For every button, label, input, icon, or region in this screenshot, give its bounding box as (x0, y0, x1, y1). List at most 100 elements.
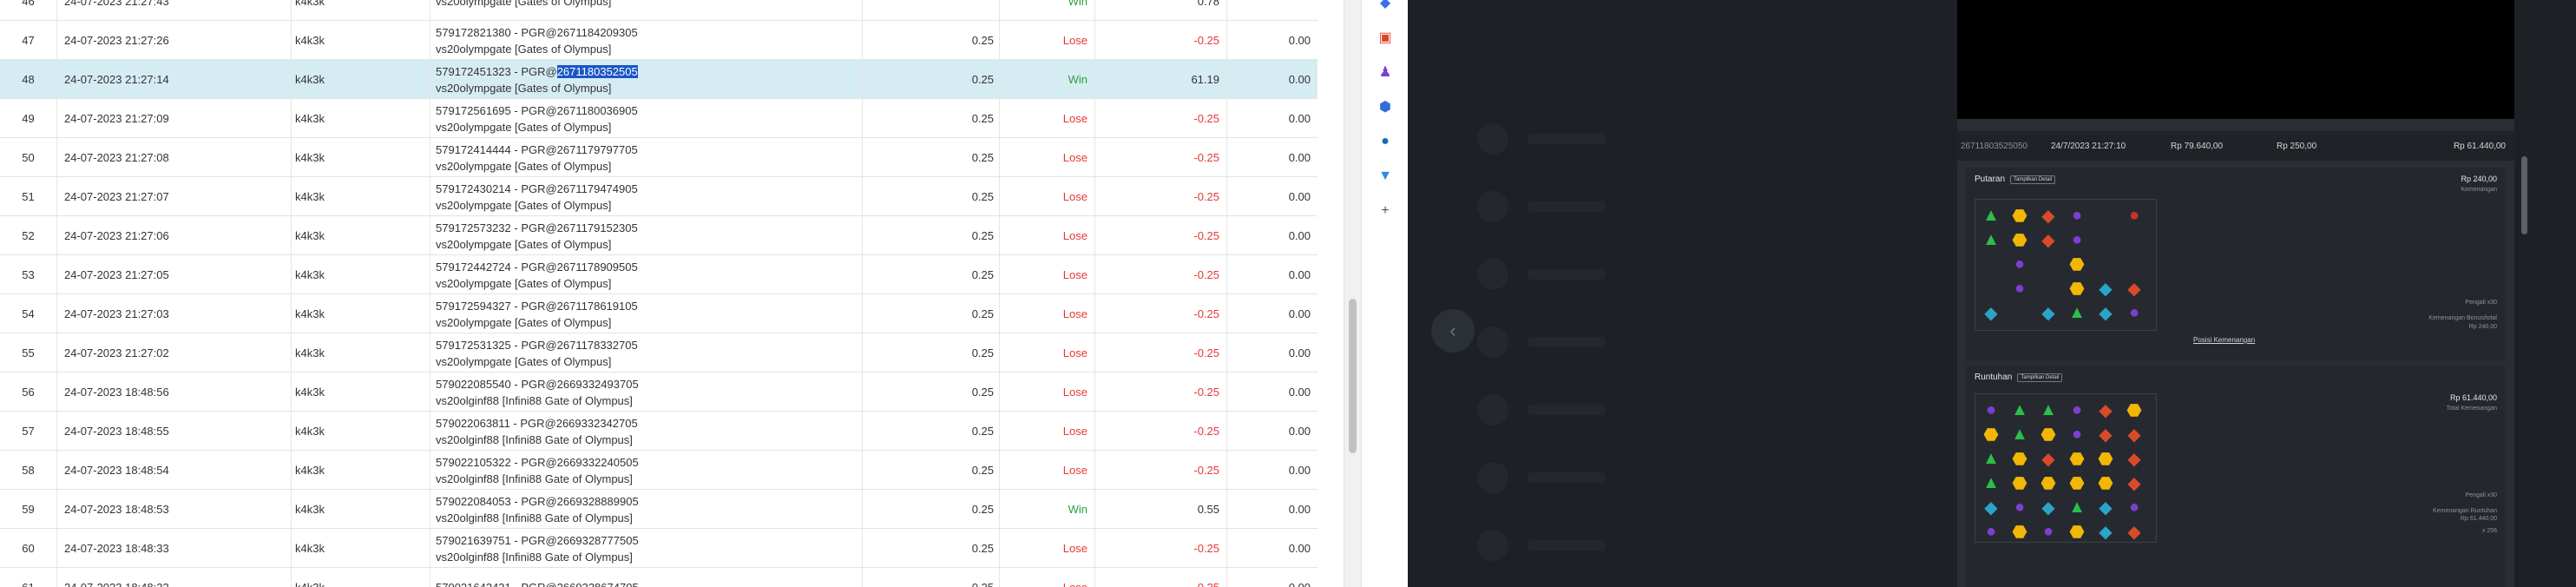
table-row[interactable]: 54 24-07-2023 21:27:03 k4k3k 579172594327 -… (0, 294, 1318, 333)
row-bet: 0.25 (863, 216, 1000, 255)
row-result: Lose (1000, 333, 1095, 373)
description-game: vs20olginf88 [Infini88 Gate of Olympus] (436, 472, 633, 485)
game-symbol-icon: ▲ (2040, 399, 2057, 419)
row-description: 579172573232 - PGR@2671179152305 vs20olym… (430, 216, 863, 255)
table-row[interactable]: 57 24-07-2023 18:48:55 k4k3k 579022063811 -… (0, 412, 1318, 451)
tumble-win-label: Kemenangan Runtuhan (2433, 508, 2497, 514)
description-ref-text: 579022105322 - PGR@2669332240505 (436, 455, 639, 469)
game-symbol-icon: ⬣ (2012, 473, 2027, 493)
scrollbar-thumb[interactable] (1349, 299, 1357, 453)
description-ref: 579172821380 - PGR@2671184209305 (436, 24, 638, 41)
row-description: 579172821380 - PGR@2671184209305 vs20olym… (430, 21, 863, 60)
game-symbol-icon: ● (2128, 302, 2140, 322)
table-row[interactable]: 52 24-07-2023 21:27:06 k4k3k 579172573232 -… (0, 216, 1318, 255)
selected-text[interactable]: 2671180352505 (556, 64, 638, 78)
table-row[interactable]: 58 24-07-2023 18:48:54 k4k3k 579022105322 -… (0, 451, 1318, 490)
description-ref: 579172430214 - PGR@2671179474905 (436, 181, 638, 197)
spin-multiplier: Pengali x30 (2465, 300, 2497, 306)
outlook-icon[interactable]: ● (1376, 132, 1395, 151)
row-date: 24-07-2023 21:27:43 (57, 0, 292, 21)
table-row[interactable]: 50 24-07-2023 21:27:08 k4k3k 579172414444 -… (0, 138, 1318, 177)
description-ref-text: 579021639751 - PGR@2669328777505 (436, 533, 639, 547)
row-user: k4k3k (292, 0, 430, 21)
table-row[interactable]: 6124-07-2023 18:48:32k4k3k 579021642431 -… (0, 568, 1318, 587)
row-date: 24-07-2023 18:48:54 (57, 451, 292, 490)
table-row[interactable]: 46 24-07-2023 21:27:43 k4k3k vs20olympgate … (0, 0, 1318, 21)
row-description: 579021639751 - PGR@2669328777505 vs20olgi… (430, 529, 863, 568)
description-game: vs20olympgate [Gates of Olympus] (436, 120, 612, 134)
row-description: 579172451323 - PGR@2671180352505 vs20olym… (430, 60, 863, 99)
game-symbol-icon: ◆ (1984, 303, 1998, 323)
description-ref-text: 579021642431 - PGR@2669328674705 (436, 581, 639, 587)
table-row[interactable]: 48 24-07-2023 21:27:14 k4k3k 579172451323 -… (0, 60, 1318, 99)
table-row[interactable]: 51 24-07-2023 21:27:07 k4k3k 579172430214 -… (0, 177, 1318, 216)
row-number: 59 (0, 490, 57, 529)
row-balance: 0.00 (1288, 112, 1311, 125)
table-row[interactable]: 47 24-07-2023 21:27:26 k4k3k 579172821380 -… (0, 21, 1318, 60)
backdrop-item-bar (1528, 201, 1606, 212)
table-row[interactable]: 53 24-07-2023 21:27:05 k4k3k 579172442724 -… (0, 255, 1318, 294)
description-ref: 579172594327 - PGR@2671178619105 (436, 298, 638, 314)
game-symbol-icon: ▲ (2068, 302, 2086, 322)
table-row[interactable]: 55 24-07-2023 21:27:02 k4k3k 579172531325 -… (0, 333, 1318, 373)
previous-arrow-icon[interactable]: ‹ (1431, 309, 1475, 353)
row-user: k4k3k (292, 60, 430, 99)
tumble-win-value: Rp 61.440,00 (2460, 516, 2497, 522)
tumble-multiplier: Pengali x30 (2465, 492, 2497, 498)
description-ref-text: 579172414444 - PGR@2671179797705 (436, 142, 638, 156)
row-number: 49 (0, 99, 57, 138)
row-payout: -0.25 (1095, 451, 1227, 490)
row-user: k4k3k (292, 333, 430, 373)
game-symbol-icon: ▲ (1982, 205, 2000, 225)
row-user: k4k3k (292, 177, 430, 216)
game-symbol-icon: ⬣ (2040, 425, 2056, 445)
description-ref-text: 579172594327 - PGR@2671178619105 (436, 299, 638, 313)
row-date: 24-07-2023 21:27:26 (57, 21, 292, 60)
chess-icon[interactable]: ♟ (1376, 63, 1395, 82)
row-payout: -0.25 (1095, 216, 1227, 255)
game-symbol-icon: ▲ (2011, 424, 2028, 444)
hexagon-icon[interactable]: ⬢ (1376, 97, 1395, 116)
table-row[interactable]: 56 24-07-2023 18:48:56 k4k3k 579022085540 -… (0, 373, 1318, 412)
game-symbol-icon: ◆ (2041, 230, 2055, 250)
table-row[interactable]: 49 24-07-2023 21:27:09 k4k3k 579172561695 -… (0, 99, 1318, 138)
row-bet: 0.25 (863, 490, 1000, 529)
spin-detail-button[interactable]: Tampilkan Detail (2010, 175, 2056, 184)
row-number: 60 (0, 529, 57, 568)
round-win: Rp 250,00 (2277, 141, 2317, 151)
history-scrollbar[interactable] (1344, 0, 1362, 587)
row-user: k4k3k (292, 373, 430, 412)
spin-bonus-value: Rp 240,00 (2468, 324, 2497, 330)
row-payout: -0.25 (1095, 373, 1227, 412)
game-symbol-icon: ● (2071, 229, 2083, 249)
description-ref: 579022084053 - PGR@2669328889905 (436, 493, 639, 510)
row-description: 579021642431 - PGR@2669328674705 (430, 568, 863, 587)
row-date: 24-07-2023 21:27:14 (57, 60, 292, 99)
cart-icon[interactable]: ▼ (1376, 167, 1395, 186)
table-row[interactable]: 60 24-07-2023 18:48:33 k4k3k 579021639751 -… (0, 529, 1318, 568)
backdrop-item-icon (1477, 123, 1508, 155)
description-game: vs20olympgate [Gates of Olympus] (436, 159, 612, 173)
row-result: Lose (1000, 99, 1095, 138)
row-result: Lose (1000, 21, 1095, 60)
description-game: vs20olginf88 [Infini88 Gate of Olympus] (436, 511, 633, 524)
plus-icon[interactable]: + (1376, 201, 1395, 221)
row-description: 579172442724 - PGR@2671178909505 vs20olym… (430, 255, 863, 294)
row-user: k4k3k (292, 294, 430, 333)
game-symbol-icon: ◆ (2127, 449, 2141, 469)
game-symbol-icon: ◆ (1984, 498, 1998, 518)
gift-icon[interactable]: ▣ (1376, 28, 1395, 47)
row-balance: 0.00 (1288, 503, 1311, 516)
backdrop-item-bar (1528, 405, 1606, 415)
backdrop-item (1477, 189, 1911, 224)
description-game: vs20olympgate [Gates of Olympus] (436, 237, 612, 251)
panel-scrollbar[interactable] (2521, 156, 2527, 234)
description-game: vs20olginf88 [Infini88 Gate of Olympus] (436, 550, 633, 564)
table-row[interactable]: 59 24-07-2023 18:48:53 k4k3k 579022084053 -… (0, 490, 1318, 529)
spin-bonus-label: Kemenangan Bonus/total (2428, 315, 2497, 321)
winning-position-link[interactable]: Posisi Kemenangan (2193, 336, 2255, 344)
row-payout: -0.25 (1095, 99, 1227, 138)
gem-icon[interactable]: ◆ (1376, 0, 1395, 12)
tumble-detail-button[interactable]: Tampilkan Detail (2017, 373, 2063, 382)
game-symbol-icon: ◆ (2041, 303, 2055, 323)
